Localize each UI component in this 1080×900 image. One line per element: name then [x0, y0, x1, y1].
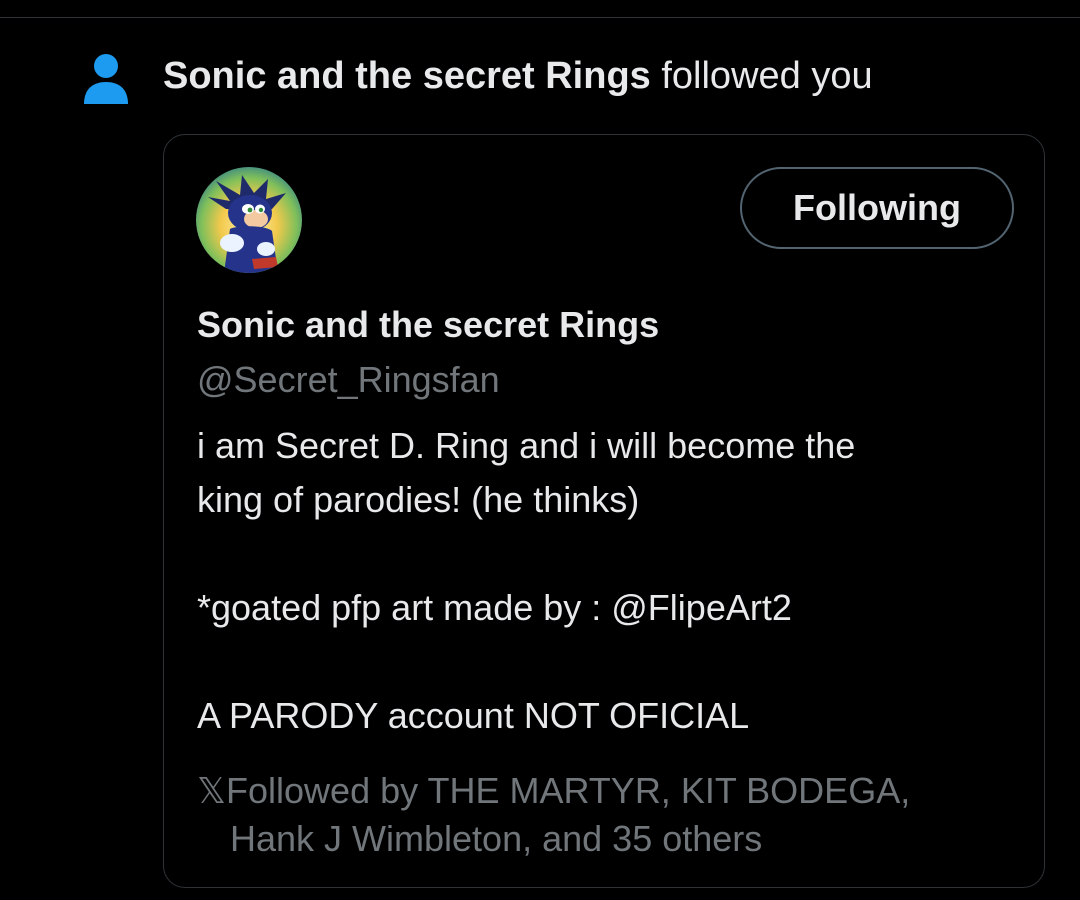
x-logo-icon: 𝕏 — [197, 770, 227, 811]
bio-mention-link[interactable]: @FlipeArt2 — [611, 587, 792, 628]
bio-text: *goated pfp art made by : — [197, 587, 612, 628]
profile-handle[interactable]: @Secret_Ringsfan — [197, 356, 500, 404]
bio-line: A PARODY account NOT OFICIAL — [197, 695, 750, 736]
bio-line: i am Secret D. Ring and i will become th… — [197, 425, 856, 466]
bio-line: *goated pfp art made by : @FlipeArt2 — [197, 581, 1017, 635]
following-button[interactable]: Following — [740, 167, 1014, 249]
followed-by-text: Followed by THE MARTYR, KIT BODEGA, — [226, 770, 911, 811]
profile-display-name[interactable]: Sonic and the secret Rings — [197, 301, 659, 349]
profile-card[interactable]: Following Sonic and the secret Rings @Se… — [163, 134, 1045, 888]
notification-action: followed you — [650, 55, 873, 97]
bio-line: king of parodies! (he thinks) — [197, 479, 640, 520]
top-divider — [0, 17, 1080, 18]
notification-text: Sonic and the secret Rings followed you — [163, 50, 873, 102]
followed-by[interactable]: 𝕏Followed by THE MARTYR, KIT BODEGA, Han… — [197, 767, 1027, 863]
profile-bio: i am Secret D. Ring and i will become th… — [197, 419, 1017, 743]
person-icon — [80, 50, 132, 106]
notification-actor-name[interactable]: Sonic and the secret Rings — [163, 55, 651, 97]
followed-by-text: Hank J Wimbleton, and 35 others — [230, 818, 763, 859]
sonic-avatar-image[interactable] — [196, 167, 302, 273]
